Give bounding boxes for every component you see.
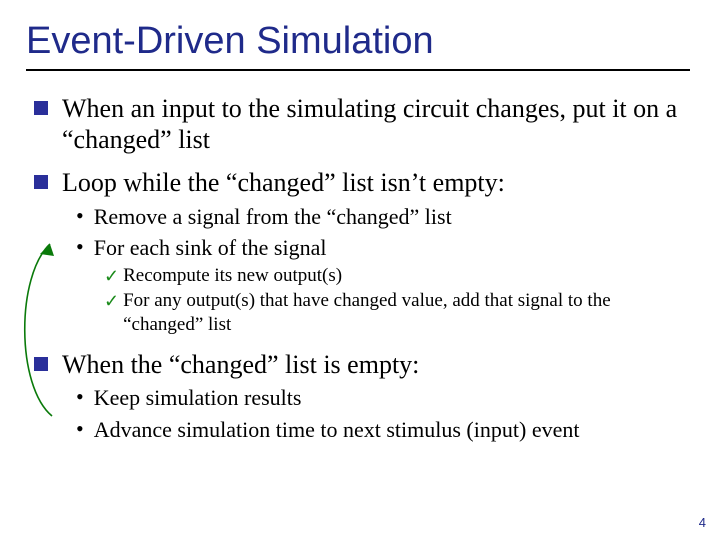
slide-title: Event-Driven Simulation [0, 0, 720, 67]
bullet-1-text: When an input to the simulating circuit … [62, 93, 692, 155]
bullet-3-sub-1: • Keep simulation results [16, 384, 692, 412]
bullet-2-sub-2-check-2: ✓ For any output(s) that have changed va… [16, 289, 692, 337]
square-bullet-icon [34, 175, 48, 189]
bullet-3: When the “changed” list is empty: [16, 349, 692, 380]
bullet-3-sub-2-text: Advance simulation time to next stimulus… [94, 416, 692, 444]
dot-bullet-icon: • [76, 205, 84, 227]
bullet-2-sub-1-text: Remove a signal from the “changed” list [94, 203, 692, 231]
dot-bullet-icon: • [76, 418, 84, 440]
bullet-2-sub-2-text: For each sink of the signal [94, 234, 692, 262]
dot-bullet-icon: • [76, 236, 84, 258]
square-bullet-icon [34, 357, 48, 371]
bullet-3-sub-1-text: Keep simulation results [94, 384, 692, 412]
bullet-2-sub-1: • Remove a signal from the “changed” lis… [16, 203, 692, 231]
check-icon: ✓ [104, 266, 119, 287]
slide-body: When an input to the simulating circuit … [0, 77, 720, 443]
dot-bullet-icon: • [76, 386, 84, 408]
page-number: 4 [699, 515, 706, 530]
bullet-2-sub-2-check-2-text: For any output(s) that have changed valu… [123, 289, 692, 337]
bullet-1: When an input to the simulating circuit … [16, 93, 692, 155]
bullet-3-sub-2: • Advance simulation time to next stimul… [16, 416, 692, 444]
bullet-2-sub-2-check-1-text: Recompute its new output(s) [123, 264, 692, 288]
bullet-2-text: Loop while the “changed” list isn’t empt… [62, 167, 692, 198]
title-underline [26, 69, 690, 71]
bullet-2: Loop while the “changed” list isn’t empt… [16, 167, 692, 198]
bullet-2-sub-2: • For each sink of the signal [16, 234, 692, 262]
bullet-2-sub-2-check-1: ✓ Recompute its new output(s) [16, 264, 692, 288]
square-bullet-icon [34, 101, 48, 115]
check-icon: ✓ [104, 291, 119, 312]
bullet-3-text: When the “changed” list is empty: [62, 349, 692, 380]
